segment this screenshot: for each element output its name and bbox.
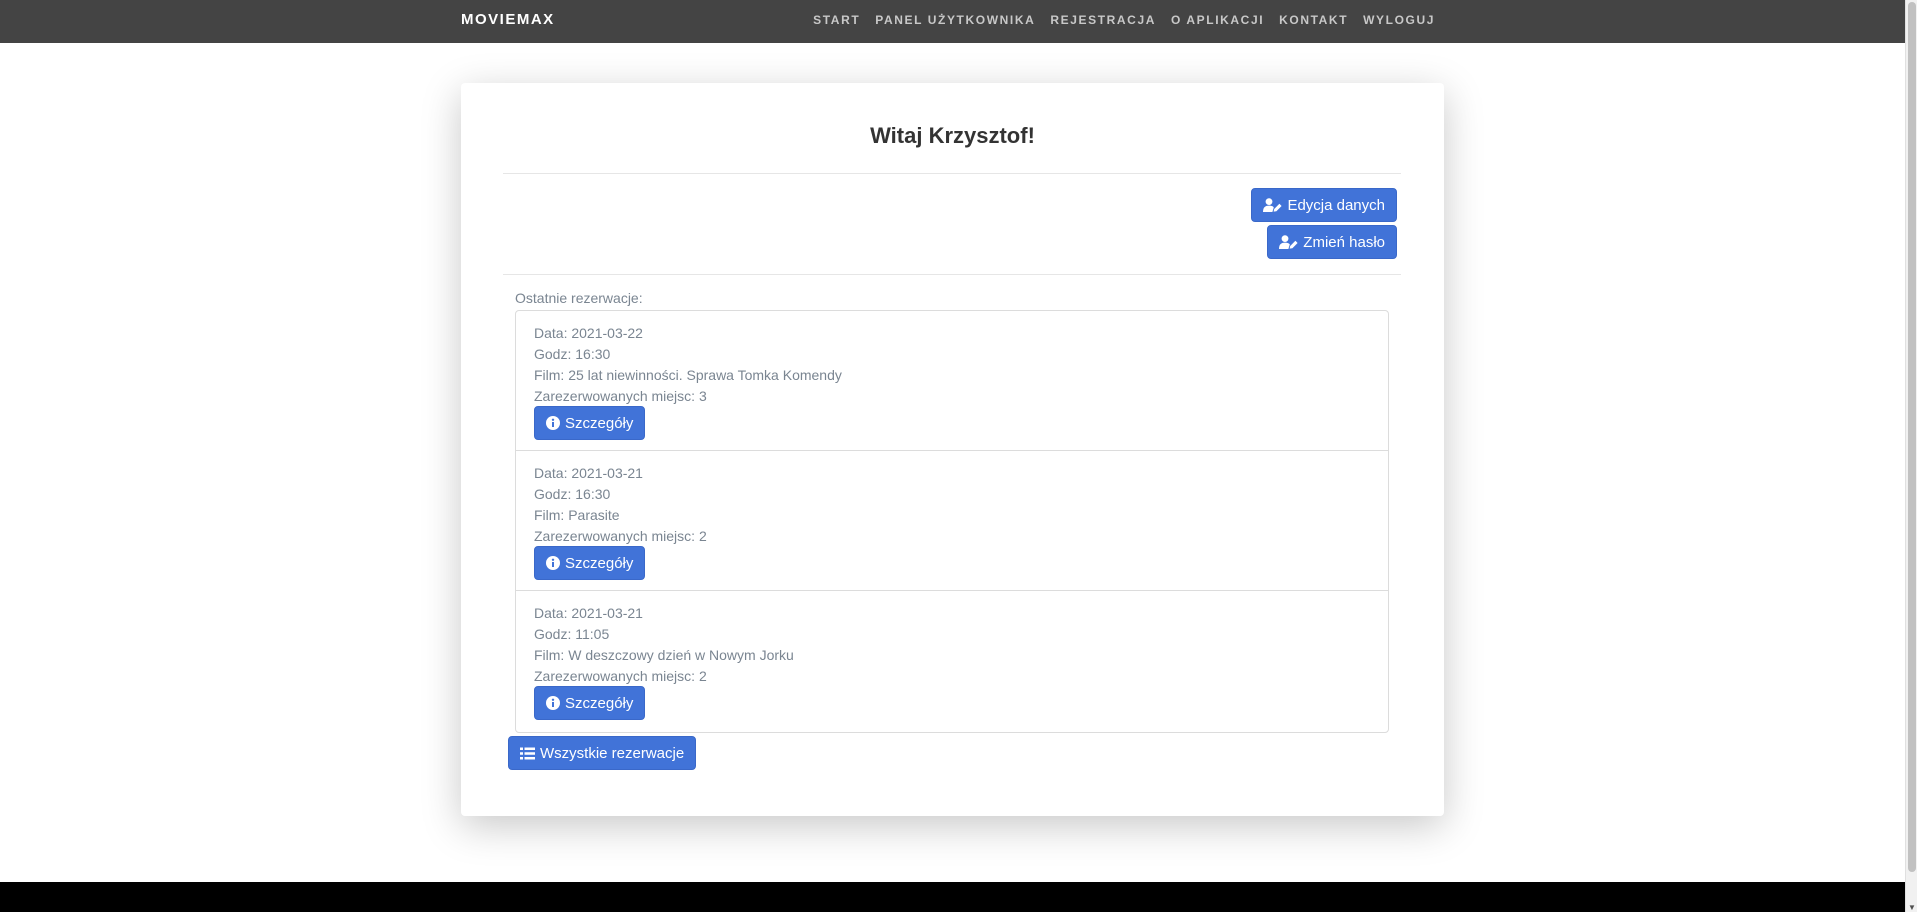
- nav-link-start[interactable]: START: [813, 13, 860, 27]
- reservation-film: Film: 25 lat niewinności. Sprawa Tomka K…: [534, 367, 842, 383]
- divider: [503, 274, 1401, 275]
- info-circle-icon: [546, 696, 560, 710]
- details-button[interactable]: Szczegóły: [534, 406, 646, 440]
- nav-link-contact[interactable]: KONTAKT: [1279, 13, 1348, 27]
- reservation-list: Data: 2021-03-22 Godz: 16:30 Film: 25 la…: [515, 310, 1389, 733]
- details-button[interactable]: Szczegóły: [534, 686, 646, 720]
- reservation-date: Data: 2021-03-22: [534, 325, 643, 341]
- scrollbar-thumb[interactable]: [1908, 2, 1916, 872]
- list-icon: [520, 747, 535, 759]
- nav-link-logout[interactable]: WYLOGUJ: [1363, 13, 1435, 27]
- reservation-seats: Zarezerwowanych miejsc: 2: [534, 528, 707, 544]
- details-label: Szczegóły: [565, 414, 634, 432]
- reservation-item: Data: 2021-03-21 Godz: 11:05 Film: W des…: [516, 591, 1388, 732]
- scroll-down-arrow-icon[interactable]: ▼: [1906, 903, 1917, 912]
- reservation-time: Godz: 16:30: [534, 346, 611, 362]
- reservation-date: Data: 2021-03-21: [534, 465, 643, 481]
- reservation-time: Godz: 11:05: [534, 626, 610, 642]
- nav-link-user-panel[interactable]: PANEL UŻYTKOWNIKA: [875, 13, 1035, 27]
- user-edit-icon: [1279, 235, 1298, 249]
- top-navbar: MOVIEMAX START PANEL UŻYTKOWNIKA REJESTR…: [0, 0, 1905, 43]
- reservation-date: Data: 2021-03-21: [534, 605, 643, 621]
- page-title: Witaj Krzysztof!: [870, 123, 1035, 148]
- all-reservations-button[interactable]: Wszystkie rezerwacje: [508, 736, 697, 770]
- edit-data-label: Edycja danych: [1287, 196, 1385, 214]
- page-scrollbar[interactable]: ▲ ▼: [1905, 0, 1917, 912]
- reservation-film: Film: W deszczowy dzień w Nowym Jorku: [534, 647, 794, 663]
- reservation-seats: Zarezerwowanych miejsc: 3: [534, 388, 707, 404]
- nav-links: START PANEL UŻYTKOWNIKA REJESTRACJA O AP…: [813, 13, 1435, 27]
- reservation-seats: Zarezerwowanych miejsc: 2: [534, 668, 707, 684]
- all-reservations-label: Wszystkie rezerwacje: [540, 744, 685, 762]
- change-password-button[interactable]: Zmień hasło: [1267, 225, 1397, 259]
- info-circle-icon: [546, 556, 560, 570]
- details-button[interactable]: Szczegóły: [534, 546, 646, 580]
- reservation-time: Godz: 16:30: [534, 486, 611, 502]
- divider: [503, 173, 1401, 174]
- recent-reservations-label: Ostatnie rezerwacje:: [515, 290, 643, 306]
- reservation-film: Film: Parasite: [534, 507, 620, 523]
- nav-link-register[interactable]: REJESTRACJA: [1050, 13, 1156, 27]
- info-circle-icon: [546, 416, 560, 430]
- details-label: Szczegóły: [565, 554, 634, 572]
- reservation-item: Data: 2021-03-22 Godz: 16:30 Film: 25 la…: [516, 311, 1388, 451]
- nav-link-about[interactable]: O APLIKACJI: [1171, 13, 1264, 27]
- edit-data-button[interactable]: Edycja danych: [1251, 188, 1397, 222]
- brand-logo-link[interactable]: MOVIEMAX: [461, 11, 555, 28]
- details-label: Szczegóły: [565, 694, 634, 712]
- user-edit-icon: [1263, 198, 1283, 212]
- user-panel-card: Witaj Krzysztof! Edycja danych Zmień has…: [461, 83, 1444, 816]
- reservation-item: Data: 2021-03-21 Godz: 16:30 Film: Paras…: [516, 451, 1388, 591]
- footer: [0, 882, 1905, 912]
- change-password-label: Zmień hasło: [1303, 233, 1385, 251]
